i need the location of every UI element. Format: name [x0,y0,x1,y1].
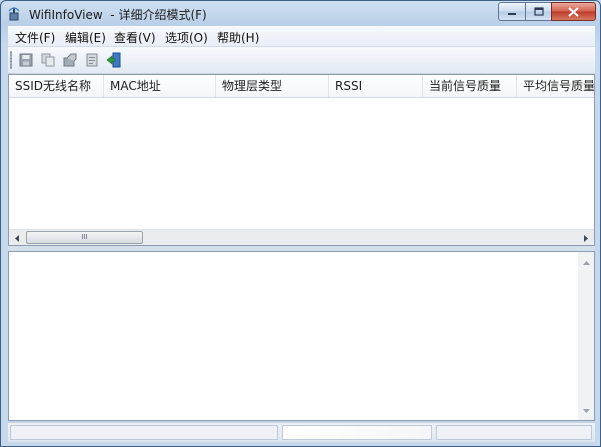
copy-icon [41,53,55,67]
horizontal-scrollbar[interactable]: III [9,229,594,245]
details-pane[interactable] [8,251,595,421]
exit-button[interactable] [105,51,123,69]
close-button[interactable] [551,2,596,21]
minimize-icon [508,12,516,15]
scroll-grip: III [81,233,88,241]
close-icon [568,6,579,17]
menu-help[interactable]: 帮助(H) [217,29,259,46]
toolbar [8,47,595,74]
exit-icon [106,52,121,68]
maximize-button[interactable] [525,2,552,21]
save-button[interactable] [17,51,35,69]
column-average-signal-quality[interactable]: 平均信号质量 [517,75,594,97]
menu-edit[interactable]: 编辑(E) [65,29,106,46]
status-cell-main [10,425,278,440]
menu-view[interactable]: 查看(V) [114,29,156,46]
properties-button[interactable] [61,51,79,69]
column-ssid[interactable]: SSID无线名称 [9,75,104,97]
scroll-left-button[interactable] [9,230,25,245]
horizontal-scroll-thumb[interactable]: III [26,231,143,244]
menu-bar: 文件(F) 编辑(E) 查看(V) 选项(O) 帮助(H) [8,26,595,47]
arrow-left-icon [15,234,19,242]
status-cell-secondary [282,425,432,440]
arrow-up-icon [582,260,590,265]
maximize-icon [533,7,544,16]
scroll-down-button[interactable] [578,403,594,419]
column-rssi[interactable]: RSSI [329,75,423,97]
wifi-app-icon [8,7,20,21]
minimize-button[interactable] [498,2,526,21]
menu-options[interactable]: 选项(O) [165,29,208,46]
status-cell-tertiary [436,425,592,440]
scroll-right-button[interactable] [578,230,594,245]
arrow-right-icon [584,234,588,242]
wifi-list-view[interactable]: SSID无线名称 MAC地址 物理层类型 RSSI 当前信号质量 平均信号质量 … [8,74,595,246]
column-mac-address[interactable]: MAC地址 [104,75,216,97]
column-phy-type[interactable]: 物理层类型 [216,75,329,97]
save-icon [19,53,33,67]
arrow-down-icon [582,408,590,413]
html-report-icon [86,53,98,67]
copy-button[interactable] [39,51,57,69]
html-report-button[interactable] [83,51,101,69]
menu-file[interactable]: 文件(F) [15,29,55,46]
properties-icon [63,53,77,67]
window-title: WifiInfoView - 详细介绍模式(F) [29,8,207,22]
title-bar[interactable]: WifiInfoView - 详细介绍模式(F) [1,1,600,26]
scroll-up-button[interactable] [578,254,594,270]
toolbar-grip[interactable] [10,51,12,69]
column-signal-quality[interactable]: 当前信号质量 [423,75,517,97]
app-window: WifiInfoView - 详细介绍模式(F) 文件(F) 编辑(E) 查看(… [0,0,601,447]
list-header: SSID无线名称 MAC地址 物理层类型 RSSI 当前信号质量 平均信号质量 [9,75,594,98]
vertical-scrollbar[interactable] [578,252,594,420]
status-bar [8,422,595,442]
